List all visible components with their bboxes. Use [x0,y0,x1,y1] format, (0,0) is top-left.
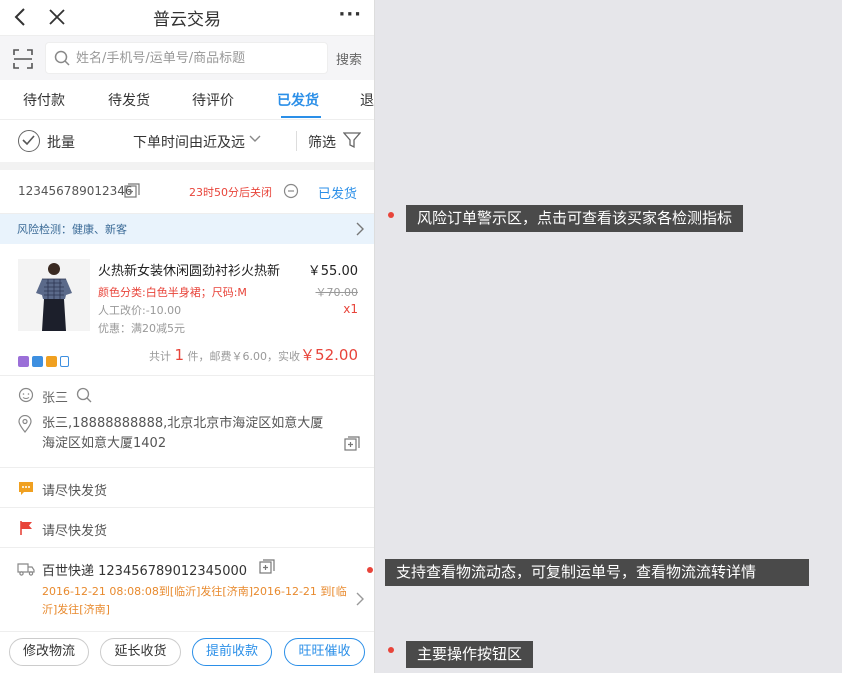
received-amount: ￥52.00 [300,346,358,364]
batch-label[interactable]: 批量 [47,132,75,152]
divider [296,131,297,151]
filter-button[interactable]: 筛选 [308,132,336,152]
wangwang-remind-button[interactable]: 旺旺催收 [284,638,365,666]
mobile-icon [60,356,69,367]
buyer-message: 请尽快发货 [0,468,374,508]
order-id: 123456789012346 [18,184,133,198]
risk-warning-bar[interactable]: 风险检测：健康、新客 [0,214,374,244]
sort-dropdown[interactable]: 下单时间由近及远 [133,132,245,152]
tab-active-indicator [281,116,321,118]
location-pin-icon [18,415,32,433]
search-bar: 搜索 [0,36,374,80]
original-price: ￥70.00 [315,286,359,299]
search-box [45,42,328,74]
order-summary: 共计 1 件，邮费￥6.00，实收￥52.00 [149,344,358,365]
product-item[interactable]: 火热新女装休闲圆劲衬衫火热新 颜色分类:白色半身裙；尺码:M 人工改价:-10.… [0,254,374,335]
annotation-dot [388,647,394,653]
order-header: 123456789012346 23时50分后关闭 已发货 [0,170,374,214]
order-tabs: 待付款 待发货 待评价 已发货 退 [0,80,374,120]
product-price: ￥55.00 [307,264,358,279]
totals-suffix: 件，邮费￥6.00，实收 [187,350,301,363]
search-button[interactable]: 搜索 [336,49,362,68]
phone-screen: 普云交易 ··· 搜索 待付款 待发货 待评价 已发货 退 批量 下单时间由近及… [0,0,375,673]
countdown-text: 23时50分后关闭 [189,186,272,199]
nav-header: 普云交易 ··· [0,0,374,36]
search-input[interactable] [76,43,316,73]
batch-checkbox[interactable] [18,130,40,152]
annotation-dot [367,567,373,573]
search-icon[interactable] [76,387,92,403]
filter-row: 批量 下单时间由近及远 筛选 [0,120,374,170]
totals-prefix: 共计 [149,350,171,363]
seller-memo: 请尽快发货 [0,508,374,548]
product-name: 火热新女装休闲圆劲衬衫火热新 [98,264,281,279]
chevron-right-icon [356,222,364,236]
shipping-address: 张三,18888888888,北京北京市海淀区如意大厦海淀区如意大厦1402 [42,416,324,451]
annotation-actions: 主要操作按钮区 [406,641,534,668]
tab-shipped[interactable]: 已发货 [277,90,319,110]
modify-logistics-button[interactable]: 修改物流 [9,638,89,666]
invoice-icon [32,356,43,367]
annotation-dot [388,212,394,218]
copy-icon[interactable] [259,559,275,575]
search-icon [54,50,70,66]
order-source-icons [18,352,72,371]
logistics-section[interactable]: 百世快递 123456789012345000 2016-12-21 08:08… [0,548,374,632]
truck-icon [17,563,35,576]
copy-icon[interactable] [344,436,360,452]
product-attributes: 颜色分类:白色半身裙；尺码:M [98,286,247,299]
more-icon[interactable]: ··· [338,4,362,25]
clock-icon [283,183,299,199]
flag-icon [20,521,32,535]
annotation-logistics: 支持查看物流动态，可复制运单号，查看物流流转详情 [385,559,809,586]
buyer-info: 张三 张三,18888888888,北京北京市海淀区如意大厦海淀区如意大厦140… [0,376,374,468]
risk-text: 风险检测：健康、新客 [17,223,127,236]
scan-icon[interactable] [12,48,34,70]
buyer-message-text: 请尽快发货 [42,484,108,499]
extend-receipt-button[interactable]: 延长收货 [100,638,181,666]
card-icon [46,356,57,367]
early-collection-button[interactable]: 提前收款 [192,638,272,666]
tab-pending-shipment[interactable]: 待发货 [108,90,150,110]
copy-icon[interactable] [124,183,140,199]
chat-bubble-icon [19,482,33,495]
tab-pending-review[interactable]: 待评价 [192,90,234,110]
buyer-face-icon [18,387,34,403]
funnel-icon[interactable] [343,131,361,149]
tab-refund[interactable]: 退 [360,90,374,110]
annotation-risk: 风险订单警示区，点击可查看该买家各检测指标 [406,205,744,232]
chevron-right-icon [356,592,364,606]
order-totals: 共计 1 件，邮费￥6.00，实收￥52.00 [0,334,374,376]
status-badge: 已发货 [318,187,358,202]
check-icon [22,135,35,146]
action-buttons: 修改物流 延长收货 提前收款 旺旺催收 [0,632,374,670]
product-thumbnail [18,259,90,331]
page-title: 普云交易 [153,10,221,30]
chevron-down-icon [249,135,261,142]
product-quantity: x1 [343,302,358,316]
logistics-trace: 2016-12-21 08:08:08到[临沂]发往[济南]2016-12-21… [42,585,347,616]
seller-memo-text: 请尽快发货 [42,524,108,539]
tab-pending-payment[interactable]: 待付款 [23,90,65,110]
logistics-title: 百世快递 123456789012345000 [42,564,248,579]
item-count: 1 [174,346,185,364]
price-adjustment: 人工改价:-10.00 [98,304,182,317]
platform-icon [18,356,29,367]
buyer-name: 张三 [42,391,69,406]
